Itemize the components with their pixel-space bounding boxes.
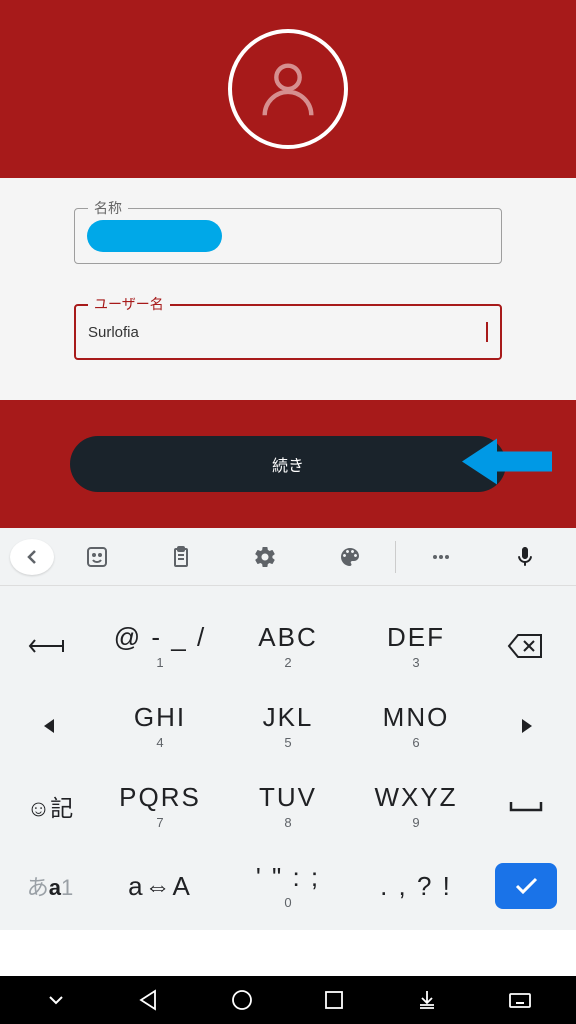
name-field-wrap: 名称 bbox=[74, 208, 502, 264]
theme-button[interactable] bbox=[309, 528, 391, 585]
username-label: ユーザー名 bbox=[88, 294, 170, 314]
key-nav-left[interactable] bbox=[4, 686, 96, 766]
key-3-def[interactable]: DEF 3 bbox=[352, 606, 480, 686]
keyboard-row-2: GHI 4 JKL 5 MNO 6 bbox=[4, 686, 572, 766]
arrow-annotation bbox=[462, 437, 552, 492]
check-icon bbox=[511, 871, 541, 901]
clipboard-icon bbox=[169, 545, 193, 569]
name-input[interactable] bbox=[74, 208, 502, 264]
nav-back[interactable] bbox=[137, 988, 161, 1012]
circle-icon bbox=[230, 988, 254, 1012]
name-redacted bbox=[87, 220, 222, 252]
header bbox=[0, 0, 576, 178]
mic-icon bbox=[513, 545, 537, 569]
keyboard-row-4: あa1 a⇔A ' " : ; 0 . , ? ! bbox=[4, 846, 572, 926]
key-language-toggle[interactable]: あa1 bbox=[4, 846, 96, 926]
nav-home[interactable] bbox=[230, 988, 254, 1012]
nav-download[interactable] bbox=[415, 988, 439, 1012]
nav-collapse[interactable] bbox=[44, 988, 68, 1012]
more-button[interactable] bbox=[400, 528, 482, 585]
toolbar-separator bbox=[395, 541, 396, 573]
arrow-left-icon bbox=[462, 437, 552, 487]
keyboard-toolbar bbox=[0, 528, 576, 586]
key-case-toggle[interactable]: a⇔A bbox=[96, 846, 224, 926]
keyboard-back-button[interactable] bbox=[10, 539, 54, 575]
keyboard-row-1: @ - _ / 1 ABC 2 DEF 3 bbox=[4, 606, 572, 686]
avatar-placeholder[interactable] bbox=[228, 29, 348, 149]
nav-keyboard-switch[interactable] bbox=[508, 988, 532, 1012]
back-triangle-icon bbox=[137, 988, 161, 1012]
form-section: 名称 ユーザー名 Surlofia bbox=[0, 178, 576, 400]
triangle-left-icon bbox=[41, 717, 59, 735]
key-nav-right[interactable] bbox=[480, 686, 572, 766]
keyboard: @ - _ / 1 ABC 2 DEF 3 GHI 4 JKL 5 MNO 6 bbox=[0, 586, 576, 930]
key-2-abc[interactable]: ABC 2 bbox=[224, 606, 352, 686]
username-value: Surlofia bbox=[88, 324, 485, 341]
key-punctuation-2[interactable]: . , ? ! bbox=[352, 846, 480, 926]
enter-button-bg bbox=[495, 863, 557, 909]
return-arrow-icon bbox=[27, 634, 73, 658]
name-label: 名称 bbox=[88, 198, 128, 218]
username-field-wrap: ユーザー名 Surlofia bbox=[74, 304, 502, 360]
chevron-left-icon bbox=[20, 545, 44, 569]
keyboard-icon bbox=[508, 988, 532, 1012]
key-emoji[interactable]: ☺記 bbox=[4, 766, 96, 846]
key-space[interactable] bbox=[480, 766, 572, 846]
triangle-right-icon bbox=[517, 717, 535, 735]
key-7-pqrs[interactable]: PQRS 7 bbox=[96, 766, 224, 846]
chevron-down-icon bbox=[44, 988, 68, 1012]
palette-icon bbox=[338, 545, 362, 569]
button-section: 続き bbox=[0, 400, 576, 528]
key-8-tuv[interactable]: TUV 8 bbox=[224, 766, 352, 846]
key-1-symbols[interactable]: @ - _ / 1 bbox=[96, 606, 224, 686]
android-nav-bar bbox=[0, 976, 576, 1024]
key-return-arrow[interactable] bbox=[4, 606, 96, 686]
key-4-ghi[interactable]: GHI 4 bbox=[96, 686, 224, 766]
sticker-icon bbox=[85, 545, 109, 569]
continue-button[interactable]: 続き bbox=[70, 436, 506, 492]
nav-recent[interactable] bbox=[322, 988, 346, 1012]
key-5-jkl[interactable]: JKL 5 bbox=[224, 686, 352, 766]
more-icon bbox=[429, 545, 453, 569]
gear-icon bbox=[253, 545, 277, 569]
text-cursor bbox=[486, 322, 488, 342]
space-icon bbox=[507, 796, 545, 816]
key-6-mno[interactable]: MNO 6 bbox=[352, 686, 480, 766]
sticker-button[interactable] bbox=[56, 528, 138, 585]
settings-button[interactable] bbox=[224, 528, 306, 585]
square-icon bbox=[322, 988, 346, 1012]
download-icon bbox=[415, 988, 439, 1012]
backspace-icon bbox=[507, 631, 545, 661]
key-backspace[interactable] bbox=[480, 606, 572, 686]
key-9-wxyz[interactable]: WXYZ 9 bbox=[352, 766, 480, 846]
keyboard-row-3: ☺記 PQRS 7 TUV 8 WXYZ 9 bbox=[4, 766, 572, 846]
person-icon bbox=[253, 54, 323, 124]
key-0-punctuation[interactable]: ' " : ; 0 bbox=[224, 846, 352, 926]
key-enter[interactable] bbox=[480, 846, 572, 926]
clipboard-button[interactable] bbox=[140, 528, 222, 585]
voice-button[interactable] bbox=[484, 528, 566, 585]
